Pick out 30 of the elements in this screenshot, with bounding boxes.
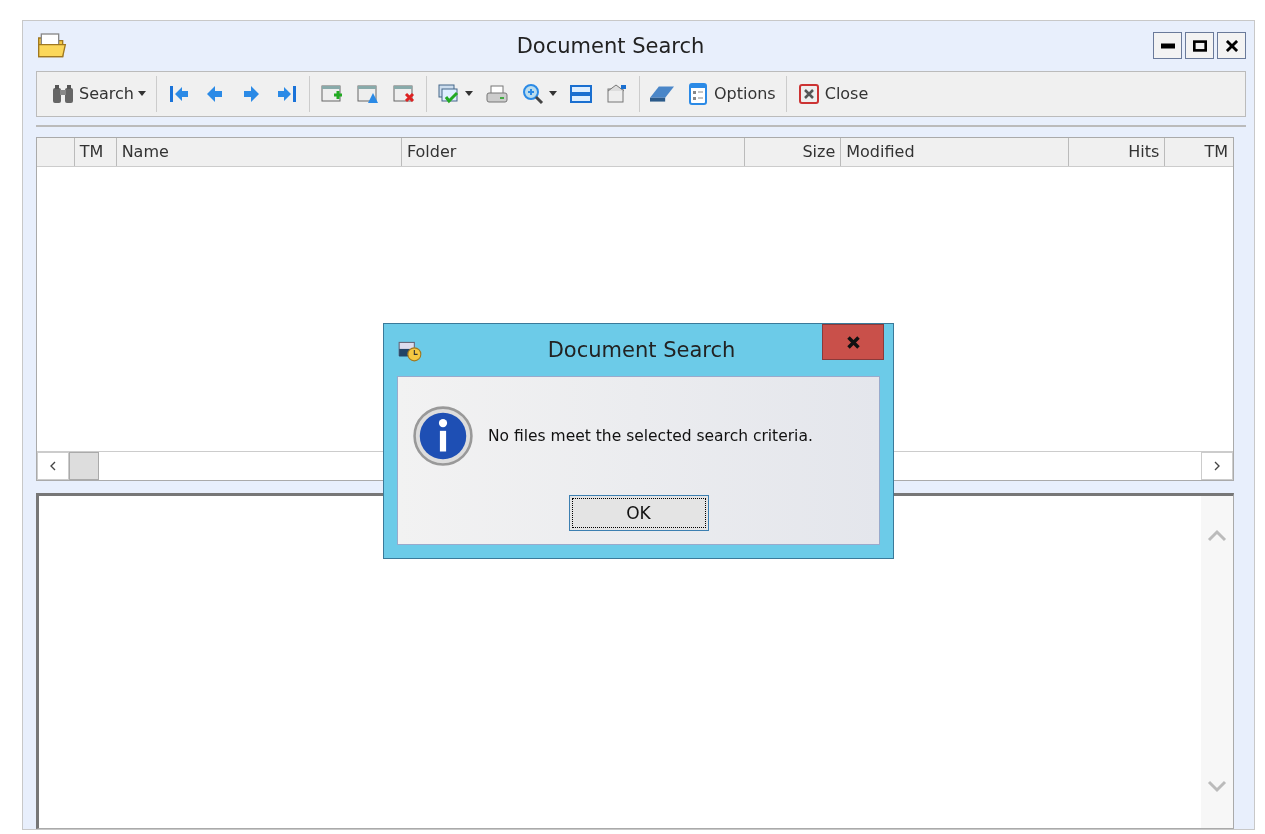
window-title: Document Search [515,33,706,58]
zoom-icon [520,81,545,106]
vertical-scrollbar[interactable] [1201,496,1233,828]
info-icon [412,405,474,467]
toolbar-button[interactable]: Options [682,79,779,108]
caret-icon [464,91,473,97]
ok-button[interactable]: OK [568,495,709,531]
maximize-button[interactable] [1185,32,1214,60]
caret-icon [137,91,146,97]
column-header[interactable]: Hits [1068,137,1166,166]
minimize-button[interactable] [1153,32,1182,60]
close-icon [1224,39,1239,52]
close-icon [846,335,860,349]
message-text: No files meet the selected search criteria. [488,427,813,445]
checked-window-icon [436,81,461,106]
eraser-icon [649,85,674,102]
column-header[interactable]: TM [1165,137,1233,166]
close-button[interactable] [1217,32,1246,60]
column-header[interactable]: Size [744,137,842,166]
maximize-icon [1192,39,1207,52]
caret-icon [548,91,557,97]
scroll-thumb[interactable] [69,452,99,481]
toolbar-button[interactable]: Close [793,79,872,108]
column-header[interactable]: Name [116,137,402,166]
dialog-title: Document Search [546,338,737,362]
close-icon [796,81,821,106]
column-header[interactable]: Modified [841,137,1069,166]
toolbar-button[interactable]: Search [48,79,149,108]
column-header[interactable]: TM [74,137,117,166]
column-header[interactable]: Folder [401,137,745,166]
